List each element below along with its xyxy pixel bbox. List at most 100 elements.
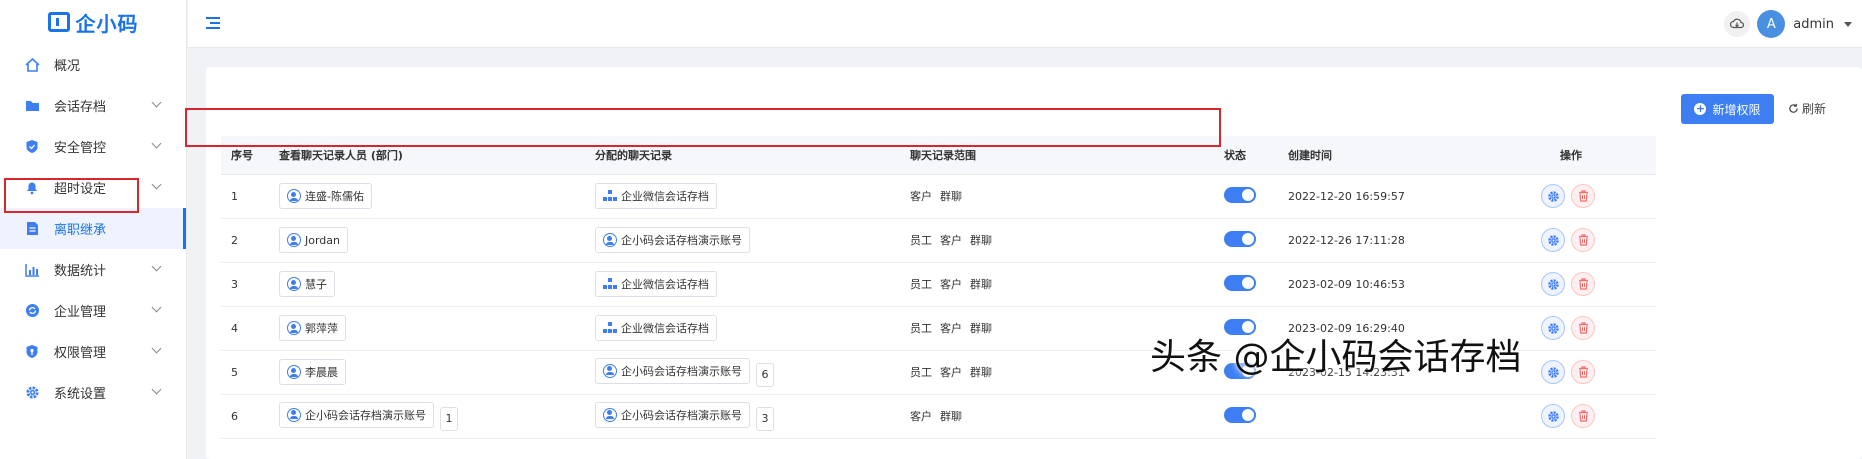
status-toggle[interactable] <box>1224 274 1256 291</box>
sidebar-item-0[interactable]: 概况 <box>0 44 186 85</box>
org-icon <box>603 322 617 334</box>
extra-count-badge[interactable]: 1 <box>440 406 458 431</box>
member-tag[interactable]: 慧子 <box>279 271 335 297</box>
sidebar-item-5[interactable]: 数据统计 <box>0 249 186 290</box>
home-icon <box>24 57 40 73</box>
member-tag-label: 连盛-陈儒佑 <box>305 190 364 203</box>
member-tag-label: 企小码会话存档演示账号 <box>621 234 742 247</box>
user-icon <box>603 363 617 378</box>
scope-item: 客户 <box>940 366 962 379</box>
username: admin <box>1793 16 1834 32</box>
add-permission-label: 新增权限 <box>1712 102 1761 117</box>
sidebar-item-label: 概况 <box>54 59 81 74</box>
member-tag[interactable]: 企小码会话存档演示账号 <box>595 401 750 428</box>
delete-button[interactable] <box>1571 228 1595 252</box>
actions-cell <box>1486 218 1656 263</box>
extra-count-badge[interactable]: 3 <box>756 406 774 431</box>
sidebar-item-1[interactable]: 会话存档 <box>0 85 186 126</box>
member-tag[interactable]: Jordan <box>279 227 348 253</box>
viewer-cell: 企小码会话存档演示账号 1 <box>269 394 585 439</box>
member-tag[interactable]: 郭萍萍 <box>279 315 346 341</box>
scope-cell: 客户 群聊 <box>900 174 1214 219</box>
sidebar-item-4[interactable]: 离职继承 <box>0 208 186 249</box>
member-tag-label: 企业微信会话存档 <box>621 322 709 335</box>
member-tag-label: 企业微信会话存档 <box>621 190 709 203</box>
column-header: 查看聊天记录人员 (部门) <box>269 136 585 175</box>
settings-button[interactable] <box>1541 360 1565 384</box>
delete-button[interactable] <box>1571 272 1595 296</box>
assigned-cell: 企小码会话存档演示账号 3 <box>585 394 900 439</box>
sidebar-item-label: 会话存档 <box>54 100 107 115</box>
settings-button[interactable] <box>1541 316 1565 340</box>
sidebar-item-2[interactable]: 安全管控 <box>0 126 186 167</box>
org-icon <box>603 278 617 290</box>
settings-button[interactable] <box>1541 228 1565 252</box>
member-tag[interactable]: 企小码会话存档演示账号 <box>595 227 750 253</box>
chevron-down-icon <box>151 179 162 190</box>
document-icon <box>24 221 40 237</box>
delete-button[interactable] <box>1571 360 1595 384</box>
scope-item: 群聊 <box>970 234 992 247</box>
column-header: 聊天记录范围 <box>900 136 1214 175</box>
sidebar-menu: 概况会话存档安全管控超时设定离职继承 数据统计 企业管理 权限管理系统设置 <box>0 44 186 413</box>
delete-button[interactable] <box>1571 404 1595 428</box>
delete-button[interactable] <box>1571 316 1595 340</box>
status-toggle[interactable] <box>1224 406 1256 423</box>
settings-button[interactable] <box>1541 184 1565 208</box>
status-toggle[interactable] <box>1224 230 1256 247</box>
sidebar-item-label: 系统设置 <box>54 387 107 402</box>
settings-button[interactable] <box>1541 272 1565 296</box>
row-number: 1 <box>221 174 269 219</box>
scope-item: 员工 <box>910 322 932 335</box>
member-tag[interactable]: 企业微信会话存档 <box>595 315 717 341</box>
scope-item: 客户 <box>940 322 962 335</box>
member-tag[interactable]: 企业微信会话存档 <box>595 271 717 297</box>
scope-item: 群聊 <box>940 190 962 203</box>
table-header-row: 序号 查看聊天记录人员 (部门) 分配的聊天记录 聊天记录范围 状态 创建时间 操作 <box>221 136 1656 175</box>
trash-icon <box>1578 322 1588 334</box>
scope-item: 群聊 <box>970 366 992 379</box>
user-menu[interactable]: A admin <box>1757 10 1852 38</box>
gear-icon <box>1547 234 1559 246</box>
table-row: 3 慧子 企业微信会话存档 员工 客户 群聊 2023-02-09 10:46:53 <box>221 262 1656 307</box>
cloud-download-icon[interactable] <box>1724 11 1750 37</box>
menu-fold-icon[interactable] <box>206 17 222 30</box>
logo[interactable]: 企小码 <box>0 0 186 44</box>
column-header: 分配的聊天记录 <box>585 136 900 175</box>
chevron-down-icon <box>151 138 162 149</box>
member-tag[interactable]: 企业微信会话存档 <box>595 183 717 209</box>
sync-icon <box>24 303 40 319</box>
sidebar-item-3[interactable]: 超时设定 <box>0 167 186 208</box>
user-icon <box>603 407 617 422</box>
sidebar-item-7[interactable]: 权限管理 <box>0 331 186 372</box>
assigned-cell: 企业微信会话存档 <box>585 306 900 351</box>
sidebar-item-6[interactable]: 企业管理 <box>0 290 186 331</box>
refresh-button[interactable]: 刷新 <box>1788 100 1826 117</box>
extra-count-badge[interactable]: 6 <box>756 362 774 387</box>
table-body: 1 连盛-陈儒佑 企业微信会话存档 客户 群聊 2022-12-20 16:59:57 2 J… <box>221 174 1656 439</box>
created-time <box>1278 394 1486 439</box>
member-tag[interactable]: 企小码会话存档演示账号 <box>595 357 750 384</box>
member-tag[interactable]: 企小码会话存档演示账号 <box>279 401 434 428</box>
org-icon <box>603 190 617 202</box>
member-tag[interactable]: 连盛-陈儒佑 <box>279 183 372 209</box>
viewer-cell: 连盛-陈儒佑 <box>269 174 585 219</box>
sidebar-item-label: 超时设定 <box>54 182 107 197</box>
settings-button[interactable] <box>1541 404 1565 428</box>
logo-icon <box>47 12 70 32</box>
status-cell <box>1214 174 1278 219</box>
scope-item: 群聊 <box>940 410 962 423</box>
member-tag-label: 企小码会话存档演示账号 <box>305 408 426 422</box>
member-tag-label: 慧子 <box>305 278 327 291</box>
actions-cell <box>1486 394 1656 439</box>
sidebar-item-8[interactable]: 系统设置 <box>0 372 186 413</box>
add-permission-button[interactable]: + 新增权限 <box>1681 94 1774 124</box>
caret-down-icon <box>1844 21 1852 27</box>
gear-icon <box>1547 410 1559 422</box>
status-toggle[interactable] <box>1224 186 1256 203</box>
delete-button[interactable] <box>1571 184 1595 208</box>
member-tag[interactable]: 李晨晨 <box>279 359 346 385</box>
gear-icon <box>1547 322 1559 334</box>
scope-item: 员工 <box>910 366 932 379</box>
shield-key-icon <box>24 344 40 360</box>
